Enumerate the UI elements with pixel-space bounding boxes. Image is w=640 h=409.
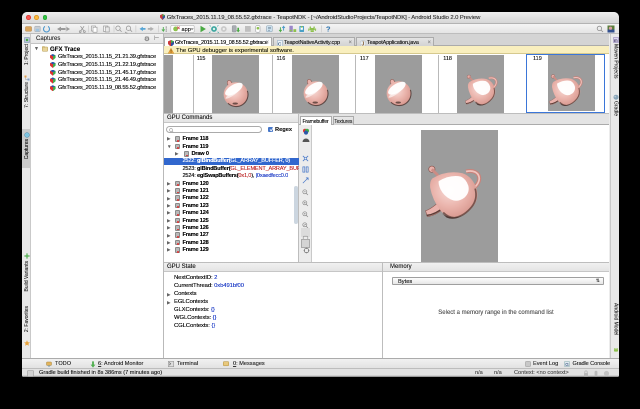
svg-text:?: ? [326,25,331,34]
svg-text:m: m [614,38,618,43]
svg-text:app: app [182,27,191,33]
svg-text:G: G [565,362,569,367]
